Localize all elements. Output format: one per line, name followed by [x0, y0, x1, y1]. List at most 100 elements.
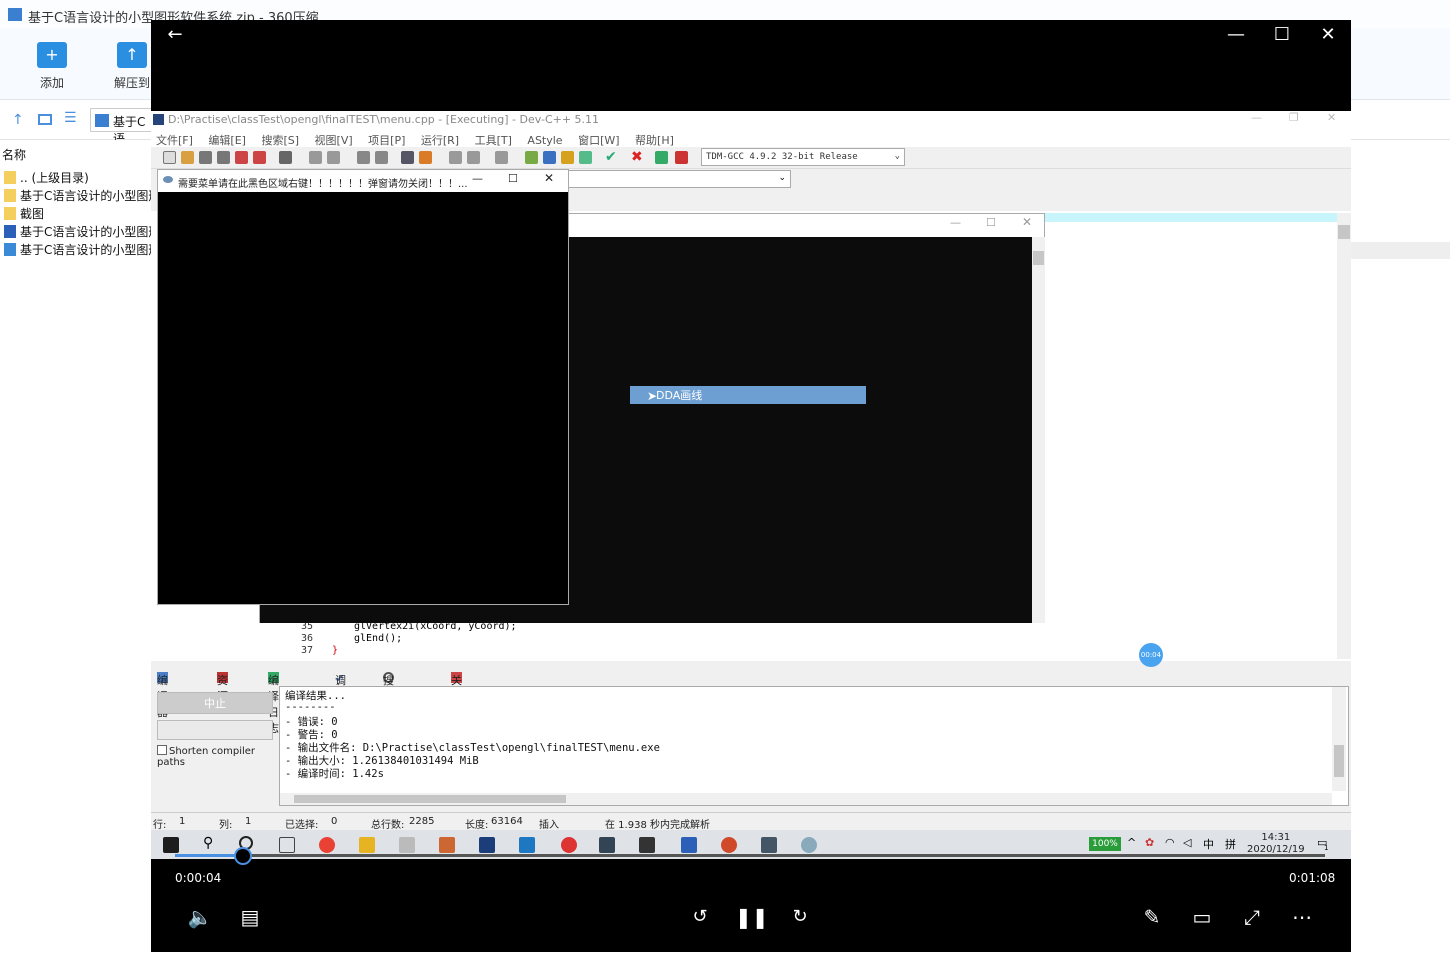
- view-icon[interactable]: [38, 114, 52, 125]
- opengl-scrollbar[interactable]: [1032, 237, 1045, 623]
- devcpp-taskbar-icon[interactable]: [479, 837, 495, 853]
- list-item[interactable]: 基于C语言设计的小型图形: [4, 241, 160, 259]
- seek-bar[interactable]: [175, 854, 1325, 857]
- log-vscrollbar[interactable]: [1332, 687, 1346, 791]
- tray-clock[interactable]: 14:31 2020/12/19: [1247, 832, 1305, 856]
- app-icon[interactable]: [761, 837, 777, 853]
- word-icon[interactable]: [681, 837, 697, 853]
- app-icon[interactable]: [561, 837, 577, 853]
- mini-view-icon[interactable]: ▭: [1187, 902, 1217, 932]
- menu-tools[interactable]: 工具[T]: [475, 134, 512, 147]
- pause-icon[interactable]: ❚❚: [735, 902, 769, 932]
- save-all-icon[interactable]: [217, 151, 230, 164]
- typora-icon[interactable]: [399, 837, 415, 853]
- menu-astyle[interactable]: AStyle: [527, 134, 562, 147]
- compile-log[interactable]: 编译结果... -------- - 错误: 0 - 警告: 0 - 输出文件名…: [279, 686, 1349, 806]
- app-icon[interactable]: [439, 837, 455, 853]
- rebuild-icon[interactable]: [579, 151, 592, 164]
- search-icon[interactable]: ⚲: [203, 835, 213, 851]
- shorten-paths-checkbox[interactable]: Shorten compiler paths: [157, 745, 273, 768]
- battery-indicator[interactable]: 100%: [1089, 837, 1121, 851]
- window-close-icon[interactable]: ✕: [544, 171, 554, 185]
- uncomment-icon[interactable]: [467, 151, 480, 164]
- print-icon[interactable]: [279, 151, 292, 164]
- undo-icon[interactable]: [309, 151, 322, 164]
- seek-bar-knob[interactable]: [233, 847, 252, 865]
- ime-mode-indicator[interactable]: 拼: [1225, 836, 1236, 852]
- chevron-up-icon[interactable]: ^: [1127, 836, 1136, 849]
- devcpp-minimize-icon[interactable]: —: [1251, 111, 1262, 124]
- menu-hint-canvas[interactable]: [158, 192, 568, 604]
- goto-icon[interactable]: [419, 151, 432, 164]
- replace-icon[interactable]: [375, 151, 388, 164]
- volume-icon[interactable]: 🔈: [185, 902, 215, 932]
- compile-run-icon[interactable]: [561, 151, 574, 164]
- opengl-app-icon[interactable]: [801, 837, 817, 853]
- video-frame[interactable]: D:\Practise\classTest\opengl\finalTEST\m…: [151, 111, 1351, 859]
- virtualbox-icon[interactable]: [599, 837, 615, 853]
- path-box[interactable]: 基于C语: [90, 108, 152, 146]
- devcpp-close-icon[interactable]: ✕: [1327, 111, 1336, 124]
- window-close-icon[interactable]: ✕: [1022, 215, 1032, 229]
- close-all-icon[interactable]: [253, 151, 266, 164]
- window-minimize-icon[interactable]: —: [950, 216, 961, 229]
- more-options-icon[interactable]: ⋯: [1287, 902, 1317, 932]
- scrollbar-thumb[interactable]: [1334, 745, 1344, 777]
- menu-window[interactable]: 窗口[W]: [578, 134, 619, 147]
- chart-icon[interactable]: [655, 151, 668, 164]
- menu-project[interactable]: 项目[P]: [368, 134, 405, 147]
- chrome-icon[interactable]: [319, 837, 335, 853]
- profile-icon[interactable]: [675, 151, 688, 164]
- menu-run[interactable]: 运行[R]: [421, 134, 459, 147]
- check-icon[interactable]: ✔: [605, 149, 617, 165]
- list-item[interactable]: 基于C语言设计的小型图形: [4, 223, 160, 241]
- run-icon[interactable]: [543, 151, 556, 164]
- stop-button[interactable]: 中止: [157, 692, 273, 714]
- devcpp-restore-icon[interactable]: ❐: [1289, 111, 1299, 124]
- function-select[interactable]: ⌄: [567, 170, 791, 188]
- list-view-icon[interactable]: ☰: [64, 110, 77, 126]
- menu-help[interactable]: 帮助[H]: [635, 134, 674, 147]
- ime-indicator[interactable]: 中: [1203, 836, 1214, 852]
- new-file-icon[interactable]: [163, 151, 176, 164]
- start-icon[interactable]: [163, 837, 179, 853]
- scrollbar-thumb[interactable]: [1338, 225, 1350, 239]
- scrollbar-thumb[interactable]: [1033, 251, 1044, 265]
- forward-30-icon[interactable]: ↻: [785, 902, 815, 932]
- editor-scrollbar[interactable]: [1337, 213, 1351, 659]
- vscode-icon[interactable]: [519, 837, 535, 853]
- minimize-icon[interactable]: —: [1221, 20, 1251, 50]
- menu-edit[interactable]: 编辑[E]: [208, 134, 246, 147]
- close-file-icon[interactable]: [235, 151, 248, 164]
- menu-view[interactable]: 视图[V]: [315, 134, 353, 147]
- powerpoint-icon[interactable]: [721, 837, 737, 853]
- save-icon[interactable]: [199, 151, 212, 164]
- scrollbar-thumb[interactable]: [294, 795, 566, 803]
- toggle-comment-icon[interactable]: [449, 151, 462, 164]
- window-maximize-icon[interactable]: ☐: [508, 172, 518, 185]
- open-icon[interactable]: [181, 151, 194, 164]
- compiler-select[interactable]: TDM-GCC 4.9.2 32-bit Release ⌄: [701, 148, 905, 166]
- window-minimize-icon[interactable]: —: [472, 172, 483, 185]
- window-maximize-icon[interactable]: ☐: [986, 216, 996, 229]
- checkbox-box[interactable]: [157, 745, 167, 755]
- find-icon[interactable]: [357, 151, 370, 164]
- close-icon[interactable]: ✕: [1313, 20, 1343, 50]
- menu-file[interactable]: 文件[F]: [156, 134, 193, 147]
- rewind-10-icon[interactable]: ↺: [685, 902, 715, 932]
- redo-icon[interactable]: [327, 151, 340, 164]
- list-item[interactable]: 基于C语言设计的小型图形: [4, 187, 160, 205]
- menu-search[interactable]: 搜索[S]: [261, 134, 299, 147]
- compile-icon[interactable]: [525, 151, 538, 164]
- indent-icon[interactable]: [401, 151, 414, 164]
- captions-icon[interactable]: ▤: [235, 902, 265, 932]
- task-view-icon[interactable]: [279, 837, 295, 853]
- add-button[interactable]: + 添加: [22, 42, 82, 91]
- list-item[interactable]: 截图: [4, 205, 44, 223]
- column-header-name[interactable]: 名称: [2, 146, 26, 164]
- file-explorer-icon[interactable]: [359, 837, 375, 853]
- volume-icon[interactable]: ◁: [1183, 836, 1191, 849]
- context-menu-item-dda[interactable]: DDA画线: [630, 386, 866, 404]
- app-icon[interactable]: [639, 837, 655, 853]
- list-item[interactable]: .. (上级目录): [4, 169, 89, 187]
